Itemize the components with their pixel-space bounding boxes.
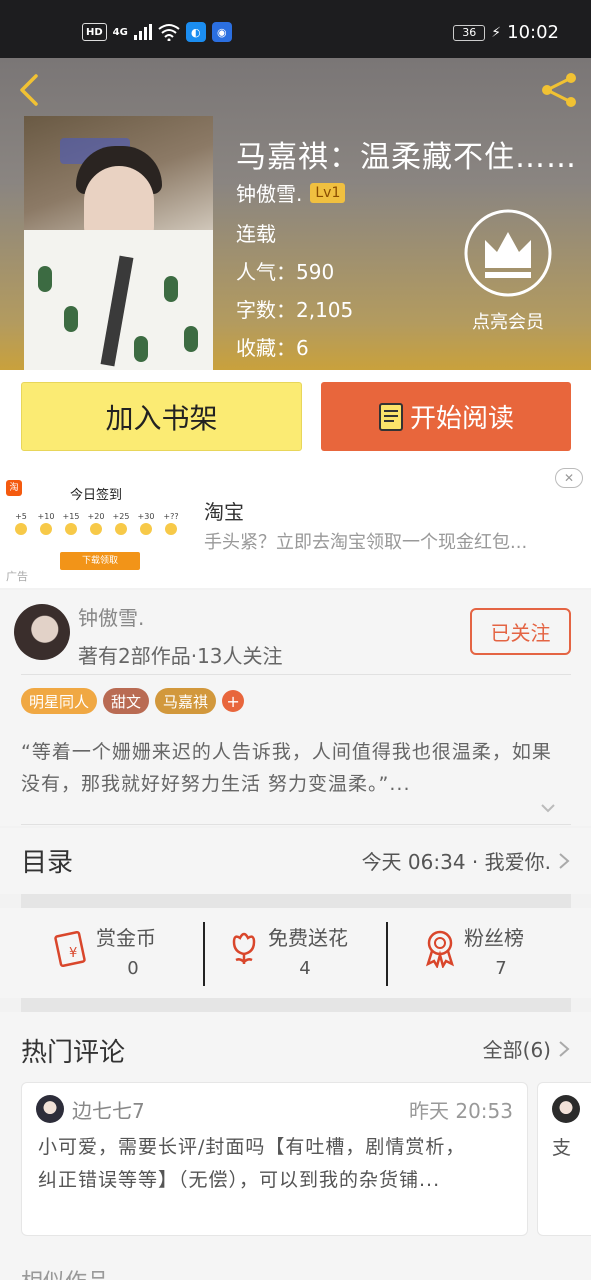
tip-coins-button[interactable]: ¥ 赏金币 0	[54, 922, 184, 992]
book-icon	[378, 402, 403, 431]
comment-card[interactable]: 支	[537, 1082, 591, 1236]
free-flower-button[interactable]: 免费送花 4	[226, 922, 376, 992]
tag-item[interactable]: 明星同人	[21, 688, 98, 714]
chevron-down-icon[interactable]	[540, 802, 556, 814]
chevron-right-icon	[559, 853, 570, 869]
coin-row: +5 +10 +15 +20 +25 +30 +??	[10, 512, 182, 540]
comment-card[interactable]: 边七七7 昨天 20:53 小可爱，需要长评/封面吗【有吐槽，剧情赏析， 纠正错…	[21, 1082, 528, 1236]
book-summary[interactable]: “等着一个姗姗来迟的人告诉我，人间值得我也很温柔，如果没有，那我就好好努力生活 …	[21, 736, 566, 800]
hot-comments-label: 热门评论	[21, 1038, 126, 1068]
fan-ranking-button[interactable]: 粉丝榜 7	[422, 922, 552, 992]
interaction-stats: ¥ 赏金币 0 免费送花 4 粉丝榜 7	[0, 908, 591, 998]
ad-banner[interactable]: 淘 今日签到 +5 +10 +15 +20 +25 +30 +?? 下载领取 广…	[0, 464, 591, 588]
book-header: 马嘉祺：温柔藏不住…… 钟傲雪. Lv1 连载 人气：590 字数：2,105 …	[0, 58, 591, 370]
word-count: 字数：2,105	[236, 298, 354, 322]
hd-indicator: HD	[82, 23, 107, 41]
flower-icon	[232, 932, 256, 964]
tag-list: 明星同人 甜文 马嘉祺 +	[21, 688, 245, 714]
ad-label: 广告	[6, 570, 28, 583]
book-cover[interactable]	[24, 116, 213, 370]
tag-item[interactable]: 马嘉祺	[155, 688, 217, 714]
tag-item[interactable]: 甜文	[103, 688, 150, 714]
section-divider	[21, 894, 571, 908]
toc-row[interactable]: 目录 今天 06:34 · 我爱你.	[0, 828, 591, 894]
ad-description: 手头紧？立即去淘宝领取一个现金红包...	[204, 532, 528, 553]
action-bar: 加入书架 开始阅读	[0, 370, 591, 464]
book-status: 连载	[236, 222, 276, 246]
level-badge: Lv1	[310, 182, 346, 203]
app-notification-icon: ◐	[185, 22, 206, 42]
network-indicator: 4G	[112, 26, 128, 38]
add-to-shelf-button[interactable]: 加入书架	[21, 382, 302, 451]
start-reading-button[interactable]: 开始阅读	[321, 382, 571, 451]
author-line: 钟傲雪. Lv1	[236, 178, 346, 207]
avatar[interactable]	[552, 1095, 580, 1123]
chevron-right-icon[interactable]	[557, 1040, 571, 1058]
author-name[interactable]: 钟傲雪.	[78, 602, 144, 631]
vip-label[interactable]: 点亮会员	[463, 308, 553, 334]
back-icon[interactable]	[12, 72, 48, 108]
close-icon[interactable]: ✕	[555, 468, 583, 488]
hotspot-icon: ◉	[211, 22, 232, 42]
avatar[interactable]	[36, 1095, 64, 1123]
book-title: 马嘉祺：温柔藏不住……	[236, 140, 577, 175]
red-envelope-icon: ¥	[54, 930, 86, 968]
toc-label: 目录	[21, 848, 74, 878]
signal-icon	[133, 24, 152, 40]
clock: 10:02	[507, 22, 559, 43]
comment-time: 昨天 20:53	[409, 1099, 513, 1123]
ad-thumbnail: 淘 今日签到 +5 +10 +15 +20 +25 +30 +?? 下载领取 广…	[6, 472, 194, 584]
comment-body: 支	[552, 1137, 572, 1159]
battery-icon: 36	[453, 24, 486, 41]
ad-title: 淘宝	[204, 500, 244, 524]
all-comments-link[interactable]: 全部(6)	[483, 1034, 551, 1063]
follow-button[interactable]: 已关注	[470, 608, 571, 655]
section-divider	[21, 998, 571, 1012]
author-card: 钟傲雪. 著有2部作品·13人关注 已关注 明星同人 甜文 马嘉祺 + “等着一…	[0, 590, 591, 826]
charging-icon: ⚡	[491, 24, 502, 41]
book-author[interactable]: 钟傲雪.	[236, 178, 302, 207]
svg-text:¥: ¥	[69, 946, 77, 961]
similar-works-label: 相似作品	[21, 1264, 109, 1280]
share-icon[interactable]	[539, 70, 579, 110]
status-bar: HD 4G ◐ ◉ 36 ⚡ 10:02	[0, 0, 591, 58]
comment-user[interactable]: 边七七7	[72, 1095, 145, 1124]
comment-body: 小可爱，需要长评/封面吗【有吐槽，剧情赏析， 纠正错误等等】（无偿），可以到我的…	[38, 1136, 466, 1191]
favorites: 收藏：6	[236, 336, 309, 360]
wifi-icon	[158, 24, 180, 41]
latest-chapter: 今天 06:34 · 我爱你.	[361, 850, 551, 874]
crown-icon[interactable]	[463, 208, 553, 298]
popularity: 人气：590	[236, 260, 335, 284]
taobao-logo-icon: 淘	[6, 480, 22, 496]
medal-icon	[425, 930, 455, 968]
add-tag-icon[interactable]: +	[222, 690, 245, 712]
hot-comments-section: 热门评论 全部(6) 边七七7 昨天 20:53 小可爱，需要长评/封面吗【有吐…	[0, 1012, 591, 1280]
author-stats: 著有2部作品·13人关注	[78, 644, 283, 668]
avatar[interactable]	[14, 604, 70, 660]
